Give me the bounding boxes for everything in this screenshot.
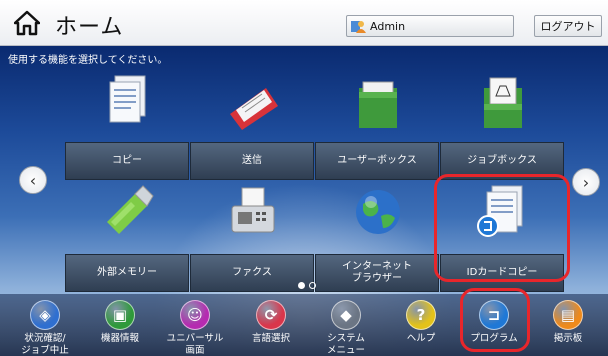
system-menu-icon: ◆ [331,300,361,330]
header-bar: ホーム Admin ログアウト [0,0,608,46]
dock-bulletin-board[interactable]: ▤ 掲示板 [537,300,599,356]
dock-system-menu[interactable]: ◆ システム メニュー [315,300,377,356]
dock-label: 言語選択 [251,333,290,344]
dock-label: ヘルプ [406,333,436,344]
dock-label: 状況確認/ ジョブ中止 [21,333,69,356]
dock-label: ユニバーサル 画面 [166,333,224,356]
usb-memory-icon [107,185,154,234]
highlight-id-card-copy [434,174,570,282]
home-icon[interactable] [14,10,40,36]
page-dot [309,282,316,289]
globe-icon [356,190,400,234]
language-icon: ⟳ [256,300,286,330]
home-screen: 使用する機能を選択してください。 コピー 送信 ユーザーボックス ジョブボックス… [0,46,608,356]
highlight-program [460,288,530,352]
status-icon: ◈ [30,300,60,330]
dock-universal-screen[interactable]: ☺ ユニバーサル 画面 [164,300,226,356]
chevron-right-icon: › [582,172,590,192]
user-icon [351,21,366,33]
dock-help[interactable]: ? ヘルプ [390,300,452,356]
user-account-button[interactable]: Admin [346,15,514,37]
tile-label: ファクス [190,254,314,292]
tile-user-box[interactable]: ユーザーボックス [315,70,439,180]
logout-button[interactable]: ログアウト [534,15,602,37]
next-page-button[interactable]: › [572,168,600,196]
previous-page-button[interactable]: ‹ [19,166,47,194]
dock-status[interactable]: ◈ 状況確認/ ジョブ中止 [14,300,76,356]
dock-label: 機器情報 [100,333,139,344]
help-icon: ? [406,300,436,330]
page-title: ホーム [55,15,124,40]
instruction-text: 使用する機能を選択してください。 [8,55,168,66]
tile-label: インターネット ブラウザー [315,254,439,292]
tile-internet-browser[interactable]: インターネット ブラウザー [315,182,439,292]
job-box-icon [484,77,522,128]
tile-label: コピー [65,142,189,180]
tile-job-box[interactable]: ジョブボックス [440,70,564,180]
tile-copy[interactable]: コピー [65,70,189,180]
tile-fax[interactable]: ファクス [190,182,314,292]
page-dot [298,282,305,289]
user-box-icon [359,81,397,128]
dock-language[interactable]: ⟳ 言語選択 [240,300,302,356]
chevron-left-icon: ‹ [29,170,37,190]
tile-label: ユーザーボックス [315,142,439,180]
copy-icon [109,75,146,123]
tile-label: 送信 [190,142,314,180]
page-indicator [298,282,318,290]
dock-label: システム メニュー [326,333,365,356]
accessibility-icon: ☺ [180,300,210,330]
user-label: Admin [370,19,406,33]
dock-device-info[interactable]: ▣ 機器情報 [89,300,151,356]
device-info-icon: ▣ [105,300,135,330]
bulletin-board-icon: ▤ [553,300,583,330]
tile-send[interactable]: 送信 [190,70,314,180]
tile-label: 外部メモリー [65,254,189,292]
tile-external-memory[interactable]: 外部メモリー [65,182,189,292]
fax-icon [231,187,275,233]
send-icon [230,88,278,130]
dock-label: 掲示板 [553,333,583,344]
